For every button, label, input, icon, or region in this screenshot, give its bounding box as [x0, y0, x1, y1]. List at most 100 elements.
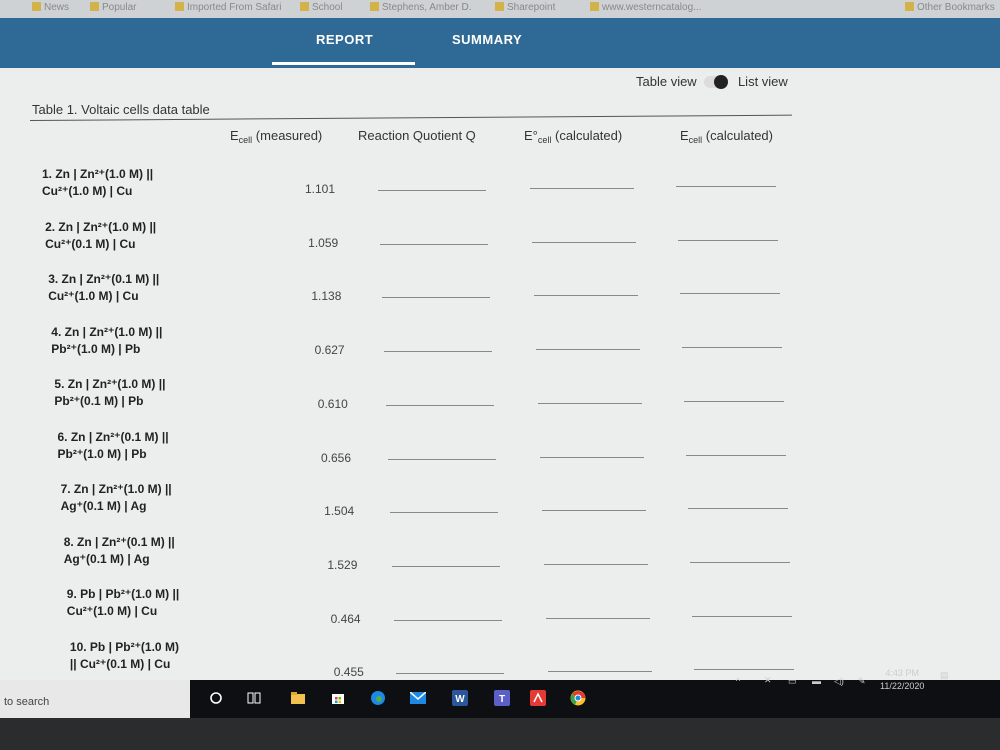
ecell-calculated-input[interactable] [682, 347, 782, 349]
e0cell-calculated-input[interactable] [538, 402, 642, 404]
measured-value: 1.504 [324, 504, 355, 519]
e0cell-calculated-input[interactable] [536, 349, 640, 351]
reaction-quotient-input[interactable] [390, 512, 498, 514]
bookmark-sharepoint[interactable]: Sharepoint [495, 2, 555, 13]
display-icon[interactable]: ▬ [812, 676, 821, 686]
notifications-icon[interactable]: ▤ [940, 670, 949, 681]
folder-icon [905, 2, 914, 11]
tab-report[interactable]: REPORT [316, 32, 373, 47]
e0cell-calculated-input[interactable] [542, 510, 646, 512]
cell-label-line1: 8. Zn | Zn²⁺(0.1 M) || [63, 534, 175, 549]
folder-icon [32, 2, 41, 11]
ecell-calculated-input[interactable] [676, 186, 776, 187]
ecell-calculated-input[interactable] [692, 615, 792, 617]
cell-label-line1: 7. Zn | Zn²⁺(1.0 M) || [60, 482, 172, 496]
table-view-label[interactable]: Table view [636, 74, 697, 89]
measured-value: 0.627 [314, 343, 345, 358]
reaction-quotient-input[interactable] [392, 565, 500, 567]
bookmark-other[interactable]: Other Bookmarks [905, 2, 995, 13]
ecell-calculated-input[interactable] [688, 508, 788, 510]
task-view-icon[interactable] [246, 690, 262, 706]
ecell-calculated-input[interactable] [684, 400, 784, 402]
reaction-quotient-input[interactable] [396, 673, 504, 675]
acrobat-icon[interactable] [530, 690, 546, 706]
clock[interactable]: 4:43 PM 11/22/2020 [880, 668, 924, 691]
ecell-calculated-input[interactable] [680, 293, 780, 295]
ecell-calculated-input[interactable] [686, 454, 786, 456]
cell-label: 4. Zn | Zn²⁺(1.0 M) || Pb²⁺(1.0 M) | Pb [51, 324, 162, 358]
edge-icon[interactable] [370, 690, 386, 706]
reaction-quotient-input[interactable] [386, 404, 494, 406]
reaction-quotient-input[interactable] [394, 619, 502, 621]
reaction-quotient-input[interactable] [378, 190, 486, 191]
cell-label-line1: 3. Zn | Zn²⁺(0.1 M) || [48, 272, 160, 286]
cell-label: 3. Zn | Zn²⁺(0.1 M) || Cu²⁺(1.0 M) | Cu [48, 271, 159, 305]
measured-value: 1.529 [327, 557, 358, 572]
cortana-icon[interactable] [208, 690, 224, 706]
measured-value: 0.464 [330, 611, 361, 626]
report-page: Table view List view Table 1. Voltaic ce… [0, 68, 1000, 680]
bookmarks-bar: News Popular Imported From Safari School… [0, 0, 1000, 18]
store-icon[interactable] [330, 690, 346, 706]
bookmark-news[interactable]: News [32, 2, 69, 13]
bookmark-popular[interactable]: Popular [90, 2, 136, 13]
e0cell-calculated-input[interactable] [532, 241, 636, 243]
measured-value: 1.138 [311, 289, 342, 304]
e0cell-calculated-input[interactable] [534, 295, 638, 297]
measured-value: 0.656 [320, 450, 352, 465]
bookmark-imported[interactable]: Imported From Safari [175, 2, 281, 13]
bookmark-catalog[interactable]: www.westerncatalog... [590, 2, 702, 13]
view-toggle-switch[interactable] [704, 75, 729, 89]
cell-label-line2: || Cu²⁺(0.1 M) | Cu [69, 656, 171, 671]
sharepoint-icon [495, 2, 504, 11]
cell-label-line1: 9. Pb | Pb²⁺(1.0 M) || [66, 587, 180, 601]
file-explorer-icon[interactable] [290, 690, 306, 706]
teams-icon[interactable]: T [494, 690, 510, 706]
e0cell-calculated-input[interactable] [540, 456, 644, 458]
e0cell-calculated-input[interactable] [546, 617, 650, 619]
e0cell-calculated-input[interactable] [530, 188, 634, 189]
cell-label: 7. Zn | Zn²⁺(1.0 M) || Ag⁺(0.1 M) | Ag [61, 481, 172, 515]
cell-label: 8. Zn | Zn²⁺(0.1 M) || Ag⁺(0.1 M) | Ag [64, 534, 175, 568]
measured-value: 0.610 [317, 396, 348, 411]
ecell-calculated-input[interactable] [694, 669, 794, 671]
show-hidden-icons-icon[interactable]: ^ [736, 676, 740, 686]
search-placeholder: to search [4, 696, 50, 708]
network-icon[interactable]: ✕ [764, 675, 772, 686]
folder-icon [370, 2, 379, 11]
folder-icon [300, 2, 309, 11]
catalog-icon [590, 2, 599, 11]
cell-label: 6. Zn | Zn²⁺(0.1 M) || Pb²⁺(1.0 M) | Pb [58, 429, 169, 463]
list-view-label[interactable]: List view [738, 74, 788, 89]
cell-label-line2: Cu²⁺(1.0 M) | Cu [42, 184, 133, 198]
mail-icon[interactable] [410, 690, 426, 706]
svg-text:T: T [499, 694, 505, 705]
column-header-e0cell-calculated: E°cell (calculated) [524, 128, 623, 145]
cell-label: 10. Pb | Pb²⁺(1.0 M) || Cu²⁺(0.1 M) | Cu [70, 639, 179, 673]
active-tab-indicator [272, 62, 415, 65]
battery-icon[interactable]: ▭ [788, 676, 797, 687]
cell-label-line1: 2. Zn | Zn²⁺(1.0 M) || [45, 219, 157, 234]
reaction-quotient-input[interactable] [380, 243, 488, 245]
reaction-quotient-input[interactable] [388, 458, 496, 460]
cell-label-line1: 4. Zn | Zn²⁺(1.0 M) || [51, 324, 163, 339]
reaction-quotient-input[interactable] [382, 297, 490, 299]
reaction-quotient-input[interactable] [384, 351, 492, 353]
tab-summary[interactable]: SUMMARY [452, 32, 522, 47]
e0cell-calculated-input[interactable] [544, 563, 648, 565]
table-title: Table 1. Voltaic cells data table [32, 102, 210, 117]
bookmark-school[interactable]: School [300, 2, 343, 13]
pen-icon[interactable]: ✎ [858, 676, 866, 687]
ecell-calculated-input[interactable] [690, 561, 790, 563]
e0cell-calculated-input[interactable] [548, 671, 652, 673]
measured-value: 1.059 [308, 235, 339, 250]
chrome-icon[interactable] [570, 690, 586, 706]
taskbar-search[interactable]: to search [0, 680, 190, 718]
bookmark-stephens[interactable]: Stephens, Amber D. [370, 2, 472, 13]
cell-label-line1: 1. Zn | Zn²⁺(1.0 M) || [42, 167, 154, 181]
volume-icon[interactable]: ◁) [834, 676, 844, 687]
word-icon[interactable]: W [452, 690, 468, 706]
ecell-calculated-input[interactable] [678, 239, 778, 241]
cell-label: 9. Pb | Pb²⁺(1.0 M) || Cu²⁺(1.0 M) | Cu [67, 586, 179, 620]
cell-label: 2. Zn | Zn²⁺(1.0 M) || Cu²⁺(0.1 M) | Cu [45, 219, 156, 253]
